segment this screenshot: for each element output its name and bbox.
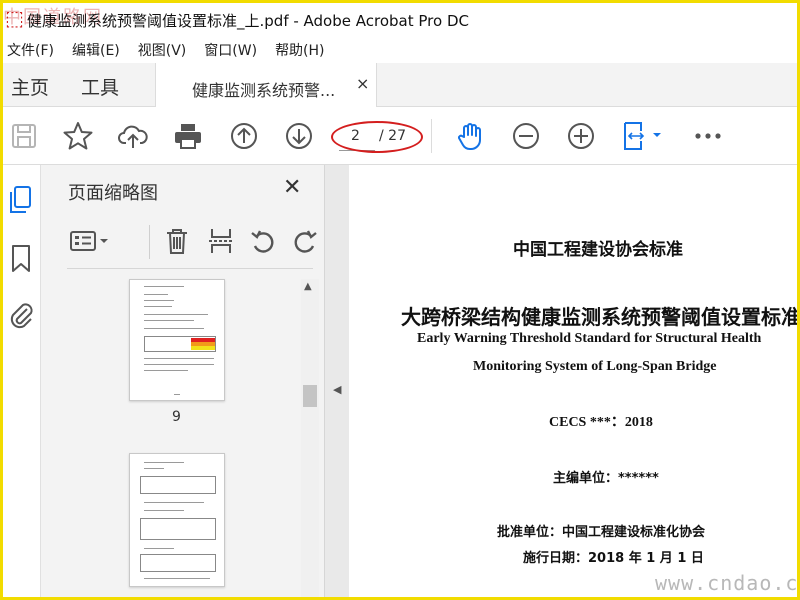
doc-code: CECS ***：2018 (549, 415, 653, 430)
app-window: ⬚ 中国道路网 健康监测系统预警阈值设置标准_上.pdf - Adobe Acr… (0, 0, 800, 600)
thumbnail-table (140, 518, 216, 540)
thumbnail-options-icon[interactable] (69, 227, 113, 255)
menu-edit[interactable]: 编辑(E) (72, 40, 120, 60)
tab-home[interactable]: 主页 (11, 73, 49, 100)
panel-collapse-strip[interactable]: ◀ (325, 165, 349, 597)
panel-close-button[interactable]: ✕ (283, 175, 301, 200)
tab-tools[interactable]: 工具 (81, 73, 119, 100)
tab-document-label: 健康监测系统预警... (192, 81, 336, 100)
collapse-arrow-icon[interactable]: ◀ (333, 383, 341, 396)
hand-icon[interactable] (455, 121, 485, 151)
more-icon[interactable] (693, 121, 723, 151)
panel-toolbar-divider (149, 225, 150, 259)
prev-page-icon[interactable] (229, 121, 259, 151)
thumbnail-table (144, 336, 216, 352)
printer-icon[interactable] (173, 121, 203, 151)
thumbnail-label: 9 (172, 409, 181, 425)
save-icon[interactable] (9, 121, 39, 151)
menu-window[interactable]: 窗口(W) (204, 40, 257, 60)
highlight-ellipse (331, 121, 423, 153)
menu-bar: 文件(F) 编辑(E) 视图(V) 窗口(W) 帮助(H) (3, 37, 797, 63)
doc-approver: 批准单位：中国工程建设标准化协会 (497, 525, 706, 540)
window-title: 健康监测系统预警阈值设置标准_上.pdf - Adobe Acrobat Pro… (27, 12, 469, 30)
doc-title-english-1: Early Warning Threshold Standard for Str… (417, 331, 762, 346)
panel-title: 页面缩略图 (68, 183, 158, 204)
doc-title-chinese: 大跨桥梁结构健康监测系统预警阈值设置标准 (401, 305, 800, 329)
watermark-bottom: www.cndao.com (655, 571, 799, 595)
trash-icon[interactable] (163, 227, 191, 255)
page-thumbnail[interactable] (129, 279, 225, 401)
toolbar-divider (431, 119, 432, 153)
thumbnail-scrollbar[interactable]: ▲ (301, 279, 319, 597)
toolbar: 2 / 27 (3, 107, 797, 165)
extract-pages-icon[interactable] (207, 227, 235, 255)
scroll-up-arrow-icon[interactable]: ▲ (304, 281, 312, 292)
doc-title-english-2: Monitoring System of Long-Span Bridge (473, 359, 717, 374)
zoom-out-icon[interactable] (511, 121, 541, 151)
fit-page-icon[interactable] (621, 121, 665, 151)
page-thumbnail[interactable] (129, 453, 225, 587)
rotate-left-icon[interactable] (249, 227, 277, 255)
title-bar: ⬚ 中国道路网 健康监测系统预警阈值设置标准_上.pdf - Adobe Acr… (3, 3, 797, 37)
document-page: 中国工程建设协会标准 大跨桥梁结构健康监测系统预警阈值设置标准 Early Wa… (349, 165, 800, 597)
cloud-upload-icon[interactable] (118, 121, 148, 151)
tab-close-button[interactable]: × (356, 74, 369, 93)
menu-help[interactable]: 帮助(H) (275, 40, 324, 60)
next-page-icon[interactable] (284, 121, 314, 151)
app-logo-icon: ⬚ (5, 6, 24, 30)
star-icon[interactable] (63, 121, 93, 151)
attachment-icon[interactable] (7, 299, 35, 331)
thumbnail-table (140, 554, 216, 572)
doc-organization: 中国工程建设协会标准 (513, 240, 683, 260)
menu-view[interactable]: 视图(V) (138, 40, 187, 60)
panel-toolbar (67, 223, 317, 269)
rotate-right-icon[interactable] (291, 227, 319, 255)
left-rail (3, 165, 41, 597)
menu-file[interactable]: 文件(F) (7, 40, 54, 60)
zoom-in-icon[interactable] (566, 121, 596, 151)
thumbnail-table (140, 476, 216, 494)
tab-document[interactable]: 健康监测系统预警... × (155, 63, 377, 108)
scroll-thumb[interactable] (303, 385, 317, 407)
thumbnail-panel: 页面缩略图 ✕ 9 ▲ (41, 165, 325, 597)
bookmark-icon[interactable] (8, 243, 34, 273)
tab-bar: 主页 工具 健康监测系统预警... × (3, 63, 797, 108)
doc-editor: 主编单位：****** (553, 471, 659, 486)
doc-effective-date: 施行日期：2018 年 1 月 1 日 (523, 551, 704, 566)
page-thumbnails-icon[interactable] (8, 185, 34, 215)
